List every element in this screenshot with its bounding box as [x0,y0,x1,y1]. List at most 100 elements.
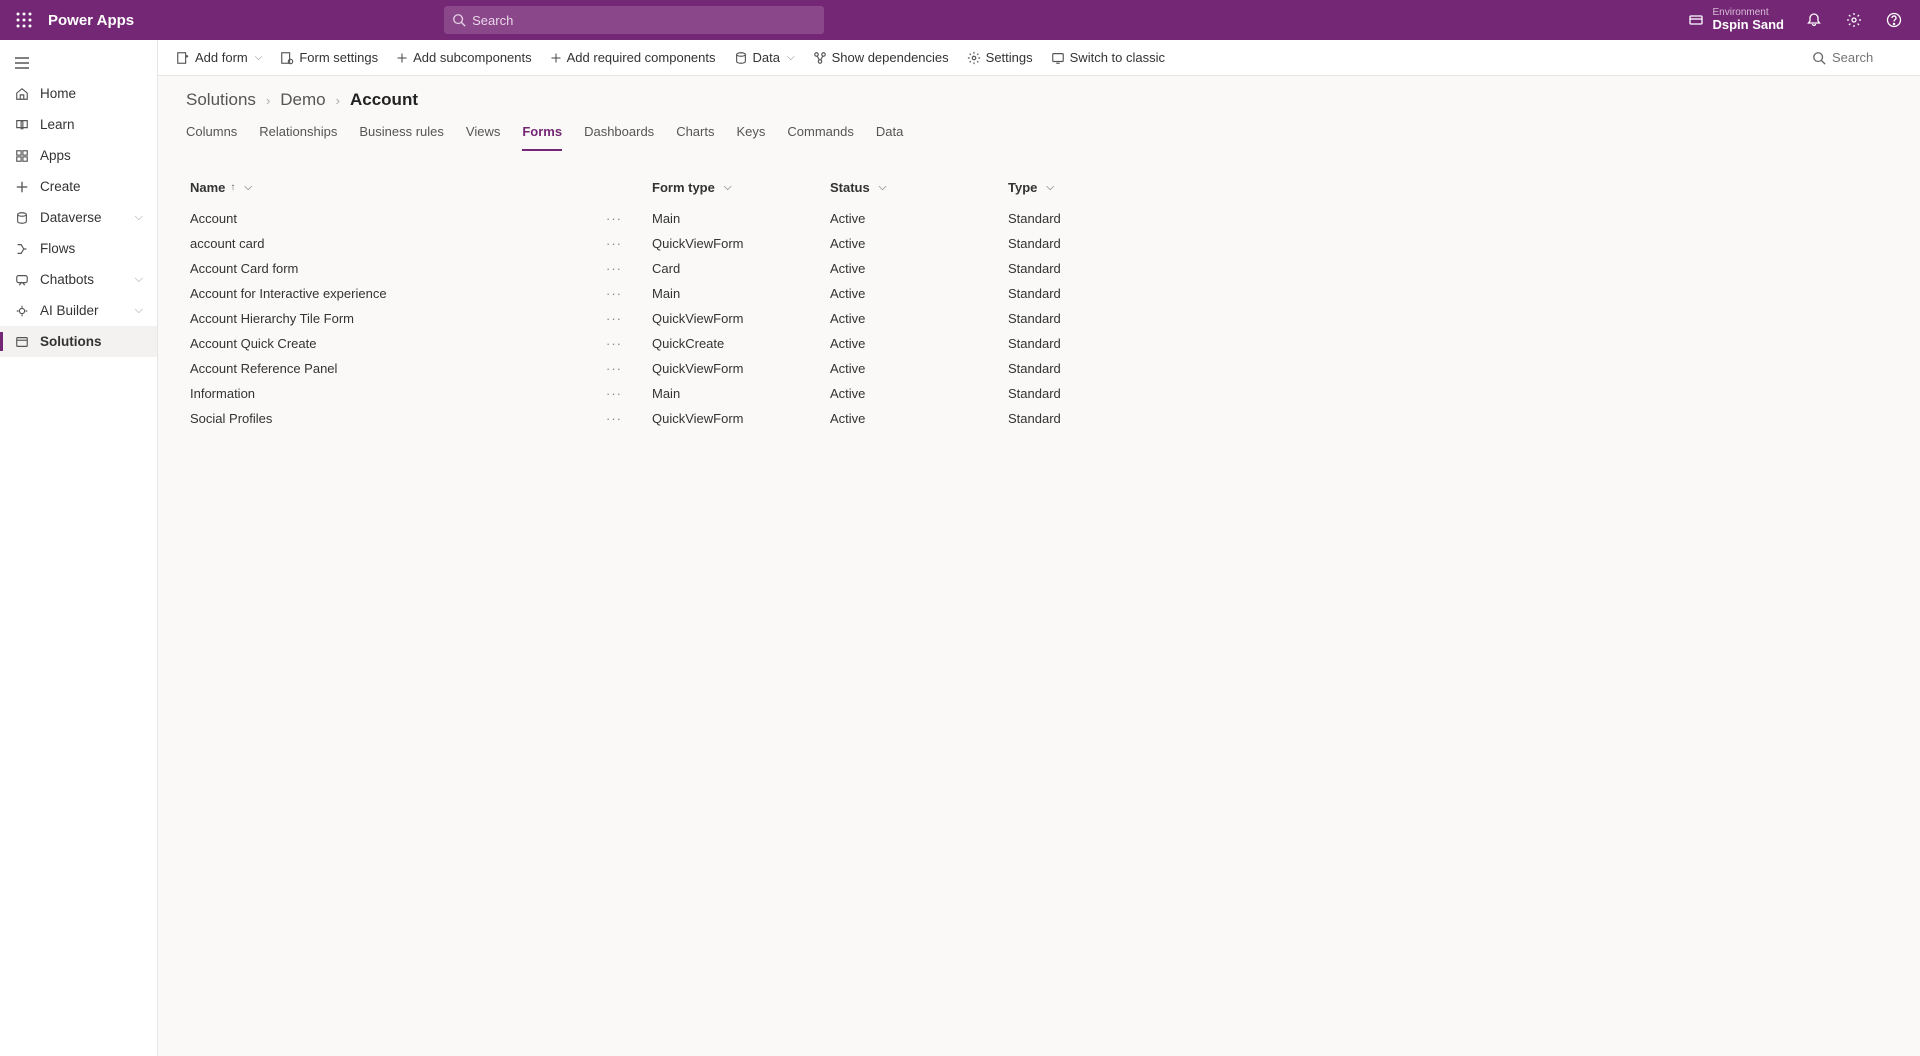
tab-forms[interactable]: Forms [522,116,562,151]
sidebar-item-label: Solutions [40,334,102,349]
table-row[interactable]: Account Quick Create···QuickCreateActive… [186,331,1892,356]
chevron-right-icon: › [266,93,270,108]
sidebar-item-create[interactable]: Create [0,171,157,202]
breadcrumb: Solutions › Demo › Account [158,76,1920,116]
dependencies-icon [813,51,827,65]
sidebar-item-flows[interactable]: Flows [0,233,157,264]
table-row[interactable]: Account···MainActiveStandard [186,206,1892,231]
settings-icon[interactable] [1836,2,1872,38]
learn-icon [14,118,30,132]
table-row[interactable]: Account Card form···CardActiveStandard [186,256,1892,281]
column-header-type[interactable]: Type ⌵ [1008,180,1186,195]
data-button[interactable]: Data ⌵ [734,50,795,65]
settings-button[interactable]: Settings [967,50,1033,65]
row-more-icon[interactable]: ··· [606,261,622,276]
tab-charts[interactable]: Charts [676,116,714,151]
cell-status: Active [830,261,1008,276]
app-launcher-icon[interactable] [8,4,40,36]
add-form-button[interactable]: Add form ⌵ [176,50,262,65]
breadcrumb-link-solutions[interactable]: Solutions [186,90,256,110]
switch-icon [1051,51,1065,65]
column-header-formtype[interactable]: Form type ⌵ [652,180,830,195]
table-row[interactable]: Account for Interactive experience···Mai… [186,281,1892,306]
table-row[interactable]: Account Hierarchy Tile Form···QuickViewF… [186,306,1892,331]
sidebar-item-label: Flows [40,241,75,256]
cell-type: Standard [1008,311,1186,326]
row-more-icon[interactable]: ··· [606,336,622,351]
cell-formtype: QuickViewForm [652,411,830,426]
tab-commands[interactable]: Commands [787,116,853,151]
cell-status: Active [830,386,1008,401]
row-more-icon[interactable]: ··· [606,386,622,401]
row-more-icon[interactable]: ··· [606,286,622,301]
tab-columns[interactable]: Columns [186,116,237,151]
sidebar-item-learn[interactable]: Learn [0,109,157,140]
row-more-icon[interactable]: ··· [606,361,622,376]
breadcrumb-current: Account [350,90,418,110]
cell-name: Social Profiles [186,411,606,426]
tab-business-rules[interactable]: Business rules [359,116,444,151]
form-settings-button[interactable]: Form settings [280,50,378,65]
cell-formtype: QuickViewForm [652,311,830,326]
chevron-down-icon: ⌵ [255,52,263,63]
row-more-icon[interactable]: ··· [606,311,622,326]
apps-icon [14,149,30,163]
cell-name: account card [186,236,606,251]
switch-classic-button[interactable]: Switch to classic [1051,50,1165,65]
sidebar-item-dataverse[interactable]: Dataverse ⌵ [0,202,157,233]
row-more-icon[interactable]: ··· [606,211,622,226]
global-search-input[interactable] [472,13,816,28]
row-more-icon[interactable]: ··· [606,411,622,426]
sidebar-item-aibuilder[interactable]: AI Builder ⌵ [0,295,157,326]
sidebar-item-home[interactable]: Home [0,78,157,109]
column-header-name[interactable]: Name ↑ ⌵ [186,180,606,195]
sidebar-item-solutions[interactable]: Solutions [0,326,157,357]
sidebar-item-label: Home [40,86,76,101]
table-body: Account···MainActiveStandardaccount card… [186,206,1892,431]
entity-tabs: Columns Relationships Business rules Vie… [158,116,1920,152]
cell-status: Active [830,361,1008,376]
tab-relationships[interactable]: Relationships [259,116,337,151]
sort-ascending-icon: ↑ [230,182,235,193]
global-search[interactable] [444,6,824,34]
show-dependencies-button[interactable]: Show dependencies [813,50,949,65]
cell-type: Standard [1008,211,1186,226]
table-row[interactable]: Information···MainActiveStandard [186,381,1892,406]
sidebar-item-label: Dataverse [40,210,102,225]
app-title: Power Apps [48,12,134,29]
chevron-down-icon: ⌵ [1046,182,1054,193]
row-more-icon[interactable]: ··· [606,236,622,251]
table-row[interactable]: Social Profiles···QuickViewFormActiveSta… [186,406,1892,431]
commandbar-search[interactable] [1812,50,1902,65]
solutions-icon [14,335,30,349]
table-row[interactable]: Account Reference Panel···QuickViewFormA… [186,356,1892,381]
add-subcomponents-button[interactable]: Add subcomponents [396,50,532,65]
gear-icon [967,51,981,65]
environment-value: Dspin Sand [1712,18,1784,32]
notifications-icon[interactable] [1796,2,1832,38]
sidebar-item-apps[interactable]: Apps [0,140,157,171]
help-icon[interactable] [1876,2,1912,38]
tab-data[interactable]: Data [876,116,903,151]
add-required-button[interactable]: Add required components [550,50,716,65]
breadcrumb-link-demo[interactable]: Demo [280,90,325,110]
tab-views[interactable]: Views [466,116,500,151]
sidebar-toggle[interactable] [0,48,157,78]
home-icon [14,87,30,101]
table-row[interactable]: account card···QuickViewFormActiveStanda… [186,231,1892,256]
cell-type: Standard [1008,261,1186,276]
environment-picker[interactable]: Environment Dspin Sand [1688,7,1784,32]
tab-dashboards[interactable]: Dashboards [584,116,654,151]
cell-formtype: Main [652,386,830,401]
tab-keys[interactable]: Keys [736,116,765,151]
cell-name: Account [186,211,606,226]
cell-name: Account Quick Create [186,336,606,351]
column-header-status[interactable]: Status ⌵ [830,180,1008,195]
sidebar-item-chatbots[interactable]: Chatbots ⌵ [0,264,157,295]
chevron-down-icon: ⌵ [135,304,143,317]
environment-icon [1688,12,1704,28]
cell-formtype: Main [652,286,830,301]
cell-formtype: QuickViewForm [652,361,830,376]
cell-name: Account Card form [186,261,606,276]
commandbar-search-input[interactable] [1832,50,1902,65]
